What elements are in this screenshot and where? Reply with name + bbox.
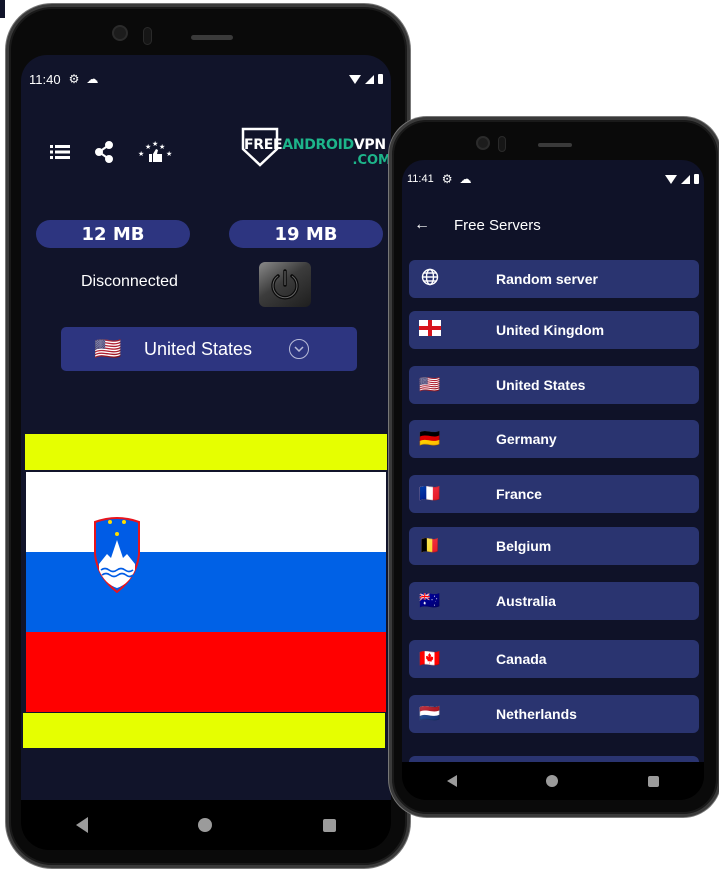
server-item-australia[interactable]: 🇦🇺 Australia — [409, 582, 699, 620]
canada-flag-icon: 🇨🇦 — [419, 649, 441, 668]
server-item-germany[interactable]: 🇩🇪 Germany — [409, 420, 699, 458]
svg-text:★: ★ — [145, 143, 151, 151]
screen-header: ← Free Servers — [414, 216, 541, 234]
front-camera — [112, 25, 128, 41]
server-item-netherlands[interactable]: 🇳🇱 Netherlands — [409, 695, 699, 733]
server-item-united-kingdom[interactable]: United Kingdom — [409, 311, 699, 349]
logo-vpn: VPN — [353, 137, 386, 153]
server-name: Random server — [496, 271, 598, 287]
power-button[interactable] — [259, 262, 311, 307]
server-name: United Kingdom — [496, 322, 605, 338]
servers-screen: 11:41 ⚙ ☁ ← Free Servers Random server U… — [402, 160, 704, 762]
server-name: Australia — [496, 593, 556, 609]
slovenia-flag — [26, 472, 386, 712]
status-time: 11:41 — [407, 173, 434, 185]
cloud-icon: ☁ — [86, 72, 99, 86]
server-name: Germany — [496, 431, 557, 447]
svg-text:★: ★ — [166, 150, 172, 158]
front-camera — [476, 136, 490, 150]
android-nav-bar — [21, 800, 391, 850]
server-item-united-states[interactable]: 🇺🇸 United States — [409, 366, 699, 404]
svg-text:★: ★ — [152, 140, 158, 148]
server-name: Belgium — [496, 538, 552, 554]
server-item-random[interactable]: Random server — [409, 260, 699, 298]
france-flag-icon: 🇫🇷 — [419, 484, 441, 503]
rate-stars-icon[interactable]: ★ ★ ★ ★ ★ — [137, 140, 173, 163]
phone-servers: 11:41 ⚙ ☁ ← Free Servers Random server U… — [389, 117, 719, 817]
nav-home-icon[interactable] — [198, 818, 213, 832]
country-selector[interactable]: 🇺🇸 United States — [61, 327, 357, 371]
svg-text:★: ★ — [159, 143, 165, 151]
earpiece-speaker — [538, 143, 572, 147]
status-bar: 11:41 ⚙ ☁ — [402, 171, 704, 187]
android-nav-bar — [402, 762, 704, 800]
connection-status: Disconnected — [81, 273, 178, 290]
flag-stripe-blue — [26, 552, 386, 632]
sensor — [143, 27, 152, 45]
logo-free: FREE — [244, 137, 283, 153]
belgium-flag-icon: 🇧🇪 — [419, 536, 441, 555]
status-bar: 11:40 ⚙ ☁ — [21, 69, 391, 89]
nav-back-icon[interactable] — [446, 775, 457, 787]
australia-flag-icon: 🇦🇺 — [419, 591, 441, 610]
server-name: United States — [496, 377, 586, 393]
corner-artifact — [0, 0, 5, 18]
download-stat: 12 MB — [36, 220, 190, 248]
phone-main: 11:40 ⚙ ☁ ★ ★ ★ ★ ★ FREEANDROIDVPN .COM 12 M… — [6, 4, 410, 868]
flag-stripe-red — [26, 632, 386, 712]
cellular-icon — [365, 74, 374, 84]
svg-text:★: ★ — [138, 150, 144, 158]
globe-icon — [417, 268, 443, 291]
highlight-bar-bottom — [23, 713, 385, 748]
us-flag-icon: 🇺🇸 — [94, 336, 122, 361]
brand-logo: FREEANDROIDVPN .COM — [241, 127, 391, 173]
cloud-icon: ☁ — [459, 172, 472, 186]
germany-flag-icon: 🇩🇪 — [419, 429, 441, 448]
status-time: 11:40 — [29, 71, 61, 87]
share-icon[interactable] — [93, 141, 115, 163]
battery-icon — [378, 74, 383, 84]
battery-icon — [694, 174, 699, 184]
page-title: Free Servers — [454, 216, 541, 234]
cellular-icon — [681, 174, 690, 184]
chevron-down-circle-icon — [289, 339, 309, 359]
server-item-belgium[interactable]: 🇧🇪 Belgium — [409, 527, 699, 565]
nav-home-icon[interactable] — [546, 775, 559, 787]
main-screen: 11:40 ⚙ ☁ ★ ★ ★ ★ ★ FREEANDROIDVPN .COM 12 M… — [21, 55, 391, 800]
nav-back-icon[interactable] — [76, 817, 89, 833]
logo-android: ANDROID — [282, 137, 354, 153]
server-name: Netherlands — [496, 706, 577, 722]
earpiece-speaker — [191, 35, 233, 40]
server-name: Canada — [496, 651, 547, 667]
selected-country: United States — [144, 338, 253, 359]
power-icon — [271, 268, 299, 299]
gear-icon: ⚙ — [68, 72, 80, 86]
toolbar: ★ ★ ★ ★ ★ — [49, 140, 173, 163]
highlight-bar-top — [25, 434, 387, 470]
logo-com: .COM — [352, 153, 391, 168]
netherlands-flag-icon: 🇳🇱 — [419, 704, 441, 723]
server-item-france[interactable]: 🇫🇷 France — [409, 475, 699, 513]
list-icon[interactable] — [49, 141, 71, 163]
england-flag-icon — [417, 319, 443, 341]
nav-recents-icon[interactable] — [648, 775, 660, 787]
back-arrow-icon[interactable]: ← — [414, 216, 430, 234]
us-flag-icon: 🇺🇸 — [419, 375, 441, 394]
wifi-icon — [349, 74, 361, 84]
flag-stripe-white — [26, 472, 386, 552]
upload-stat: 19 MB — [229, 220, 383, 248]
server-name: France — [496, 486, 542, 502]
gear-icon: ⚙ — [441, 172, 453, 186]
coat-of-arms-icon — [94, 517, 140, 594]
wifi-icon — [665, 174, 677, 184]
server-item-canada[interactable]: 🇨🇦 Canada — [409, 640, 699, 678]
nav-recents-icon[interactable] — [322, 818, 336, 832]
sensor — [498, 136, 506, 152]
